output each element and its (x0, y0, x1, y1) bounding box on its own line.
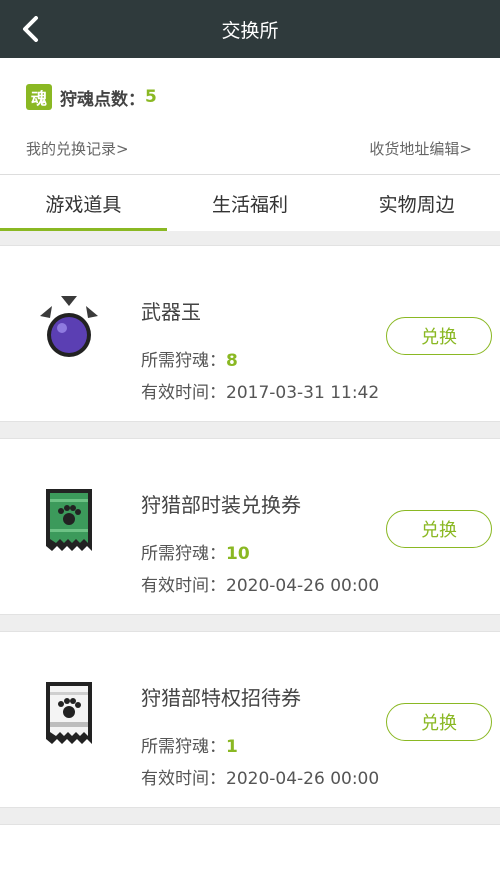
links-row: 我的兑换记录> 收货地址编辑> (26, 138, 472, 159)
category-tabs: 游戏道具 生活福利 实物周边 (0, 174, 500, 231)
item-valid-time: 有效时间：2020-04-26 00:00 (141, 571, 379, 596)
page-title: 交换所 (221, 19, 279, 42)
tab-merchandise[interactable]: 实物周边 (333, 175, 500, 231)
exchange-history-link[interactable]: 我的兑换记录> (26, 138, 129, 159)
redeem-button[interactable]: 兑换 (386, 703, 492, 741)
valid-label: 有效时间： (141, 576, 226, 596)
tab-game-items[interactable]: 游戏道具 (0, 175, 167, 231)
item-valid-time: 有效时间：2020-04-26 00:00 (141, 764, 379, 789)
valid-label: 有效时间： (141, 769, 226, 789)
chevron-left-icon (23, 16, 38, 42)
points-row: 魂 狩魂点数： 5 (26, 84, 157, 110)
cost-label: 所需狩魂： (141, 737, 226, 757)
tab-life-benefits[interactable]: 生活福利 (167, 175, 334, 231)
list-item: 狩猎部时装兑换券 所需狩魂：10 有效时间：2020-04-26 00:00 兑… (0, 438, 500, 615)
item-list: 武器玉 所需狩魂：8 有效时间：2017-03-31 11:42 兑换 狩猎部时… (0, 231, 500, 885)
item-cost: 所需狩魂：10 (141, 539, 250, 564)
item-cost: 所需狩魂：8 (141, 346, 238, 371)
next-item-partial (0, 824, 500, 885)
points-label: 狩魂点数： (60, 89, 145, 110)
valid-value: 2020-04-26 00:00 (226, 769, 380, 789)
list-item: 武器玉 所需狩魂：8 有效时间：2017-03-31 11:42 兑换 (0, 245, 500, 422)
purple-gem-icon (38, 292, 100, 362)
cost-value: 1 (226, 737, 238, 757)
cost-value: 10 (226, 544, 250, 564)
valid-value: 2017-03-31 11:42 (226, 383, 380, 403)
valid-value: 2020-04-26 00:00 (226, 576, 380, 596)
top-bar: 交换所 (0, 0, 500, 58)
white-paw-ticket-icon (38, 678, 100, 748)
list-item: 狩猎部特权招待券 所需狩魂：1 有效时间：2020-04-26 00:00 兑换 (0, 631, 500, 808)
valid-label: 有效时间： (141, 383, 226, 403)
back-button[interactable] (14, 12, 48, 46)
redeem-button[interactable]: 兑换 (386, 317, 492, 355)
redeem-button[interactable]: 兑换 (386, 510, 492, 548)
cost-value: 8 (226, 351, 238, 371)
item-name: 狩猎部时装兑换券 (141, 493, 301, 517)
points-panel: 魂 狩魂点数： 5 我的兑换记录> 收货地址编辑> (0, 58, 500, 174)
green-paw-ticket-icon (38, 485, 100, 555)
cost-label: 所需狩魂： (141, 351, 226, 371)
soul-badge-icon: 魂 (26, 84, 52, 110)
points-value: 5 (145, 87, 157, 107)
item-name: 武器玉 (141, 300, 201, 324)
item-name: 狩猎部特权招待券 (141, 686, 301, 710)
cost-label: 所需狩魂： (141, 544, 226, 564)
item-cost: 所需狩魂：1 (141, 732, 238, 757)
item-valid-time: 有效时间：2017-03-31 11:42 (141, 378, 379, 403)
address-edit-link[interactable]: 收货地址编辑> (369, 138, 472, 159)
